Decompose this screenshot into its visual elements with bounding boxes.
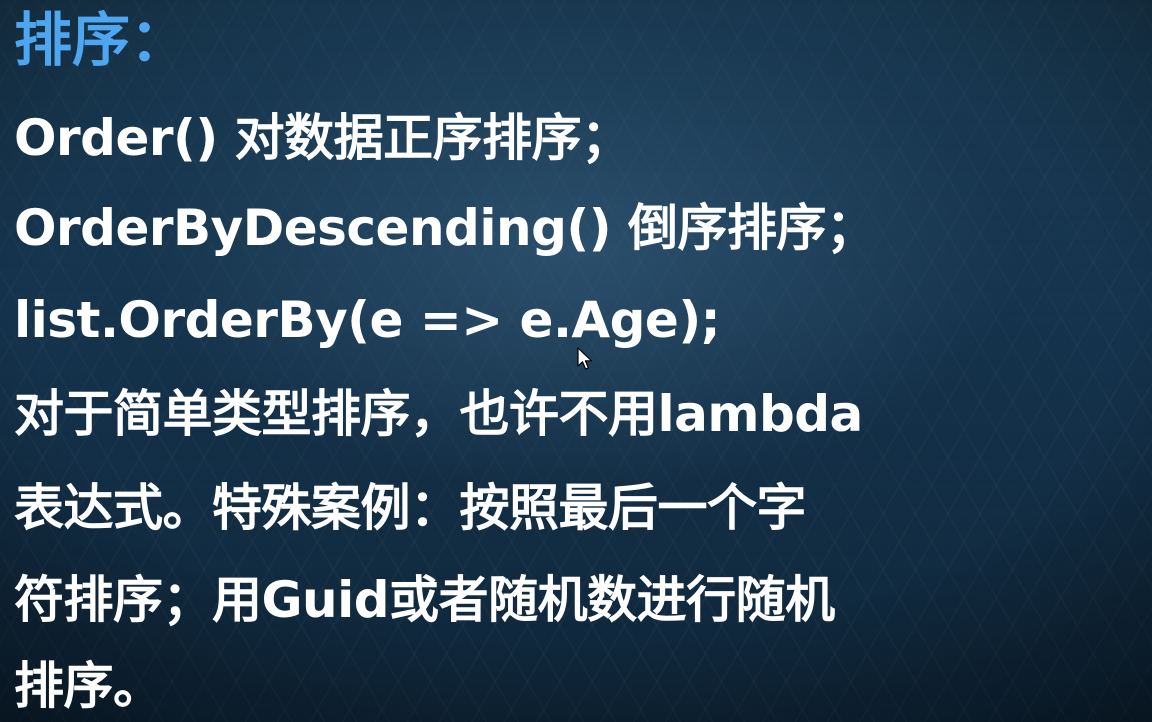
slide-title: 排序： bbox=[14, 6, 189, 74]
presentation-slide: 排序： Order() 对数据正序排序； OrderByDescending()… bbox=[0, 0, 1152, 722]
slide-line-orderby-example: list.OrderBy(e => e.Age); bbox=[14, 291, 721, 349]
slide-line-guid-random: 符排序；用Guid或者随机数进行随机 bbox=[14, 571, 835, 629]
mouse-pointer-icon bbox=[577, 347, 593, 370]
slide-line-order-descending: OrderByDescending() 倒序排序； bbox=[14, 199, 876, 257]
slide-line-simple-types: 对于简单类型排序，也许不用lambda bbox=[14, 385, 863, 443]
slide-line-sort-end: 排序。 bbox=[14, 657, 163, 715]
slide-line-special-cases: 表达式。特殊案例：按照最后一个字 bbox=[14, 479, 807, 537]
slide-line-order: Order() 对数据正序排序； bbox=[14, 109, 631, 167]
